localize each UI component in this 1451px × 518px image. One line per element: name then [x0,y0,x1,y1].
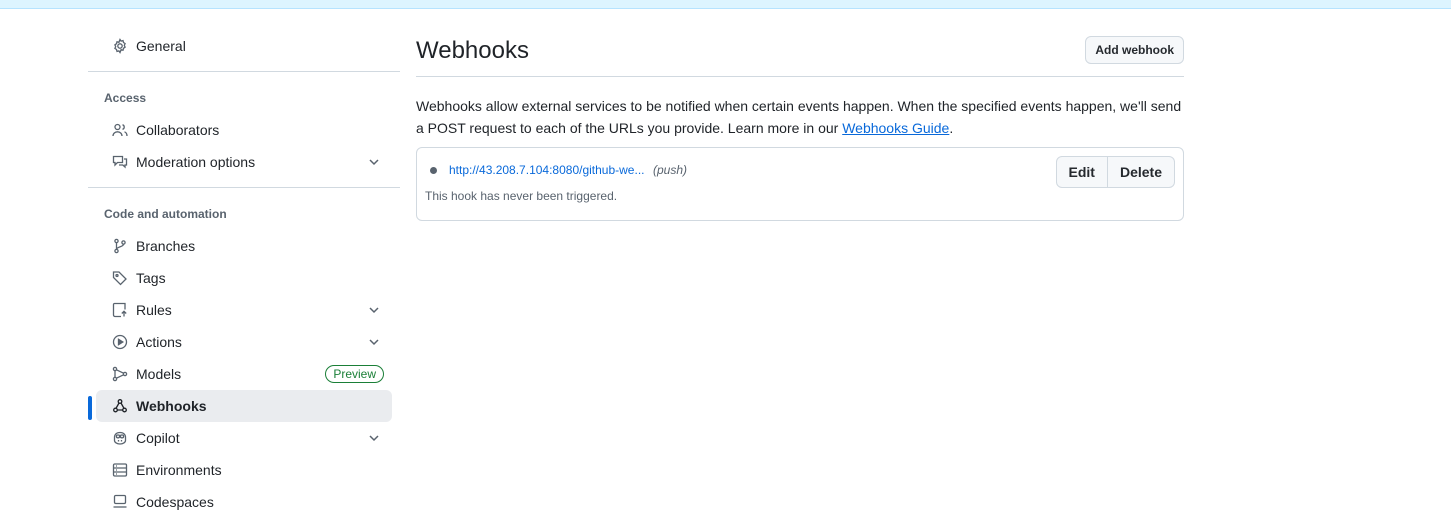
sidebar-item-label: General [136,38,186,54]
models-icon [112,366,128,382]
sidebar-item-label: Branches [136,238,196,254]
sidebar-item-label: Rules [136,302,172,318]
webhook-list-item: http://43.208.7.104:8080/github-we... (p… [416,147,1184,221]
server-icon [112,462,128,478]
sidebar-item-moderation[interactable]: Moderation options [96,146,392,178]
preview-badge: Preview [325,365,384,383]
sidebar-item-label: Moderation options [136,154,256,170]
description-end: . [949,120,954,136]
webhook-actions: Edit Delete [1055,156,1175,188]
sidebar-item-collaborators[interactable]: Collaborators [96,114,392,146]
sidebar-item-label: Models [136,366,182,382]
page-description: Webhooks allow external services to be n… [416,95,1184,139]
chevron-down-icon[interactable] [366,334,382,350]
sidebar-item-models[interactable]: Models Preview [96,358,392,390]
gear-icon [112,38,128,54]
sidebar-item-label: Collaborators [136,122,220,138]
tag-icon [112,270,128,286]
sidebar-item-label: Copilot [136,430,180,446]
webhooks-main: Webhooks Add webhook Webhooks allow exte… [416,30,1184,221]
chevron-down-icon[interactable] [366,154,382,170]
sidebar-divider [88,187,400,188]
chevron-down-icon[interactable] [366,430,382,446]
play-icon [112,334,128,350]
delete-button[interactable]: Delete [1107,156,1175,188]
sidebar-item-webhooks[interactable]: Webhooks [88,390,392,422]
sidebar-item-tags[interactable]: Tags [96,262,392,294]
add-webhook-button[interactable]: Add webhook [1085,36,1184,64]
page-title: Webhooks [416,37,529,64]
comment-discussion-icon [112,154,128,170]
chevron-down-icon[interactable] [366,302,382,318]
top-banner [0,0,1451,9]
codespaces-icon [112,494,128,510]
webhook-status: This hook has never been triggered. [425,189,618,203]
section-heading-code-automation: Code and automation [104,207,227,221]
sidebar-divider [88,71,400,72]
sidebar-item-label: Webhooks [136,398,207,414]
sidebar-item-general[interactable]: General [96,30,392,62]
sidebar-item-label: Actions [136,334,182,350]
sidebar-item-label: Tags [136,270,166,286]
page-header: Webhooks Add webhook [416,30,1184,77]
webhook-icon [112,398,128,414]
sidebar-item-rules[interactable]: Rules [96,294,392,326]
webhook-event: (push) [653,163,688,177]
sidebar-item-label: Codespaces [136,494,214,510]
edit-button[interactable]: Edit [1055,156,1108,188]
sidebar-item-actions[interactable]: Actions [96,326,392,358]
sidebar-item-label: Environments [136,462,222,478]
repo-push-icon [112,302,128,318]
copilot-icon [112,430,128,446]
sidebar-item-codespaces[interactable]: Codespaces [96,486,392,518]
settings-sidebar: General Access Collaborators Moderation … [88,30,400,518]
status-dot-icon [430,167,437,174]
sidebar-item-branches[interactable]: Branches [96,230,392,262]
people-icon [112,122,128,138]
section-heading-access: Access [104,91,147,105]
sidebar-item-copilot[interactable]: Copilot [96,422,392,454]
webhook-url-link[interactable]: http://43.208.7.104:8080/github-we... [449,163,644,177]
sidebar-item-environments[interactable]: Environments [96,454,392,486]
description-text: Webhooks allow external services to be n… [416,98,1182,136]
webhooks-guide-link[interactable]: Webhooks Guide [842,120,949,136]
git-branch-icon [112,238,128,254]
